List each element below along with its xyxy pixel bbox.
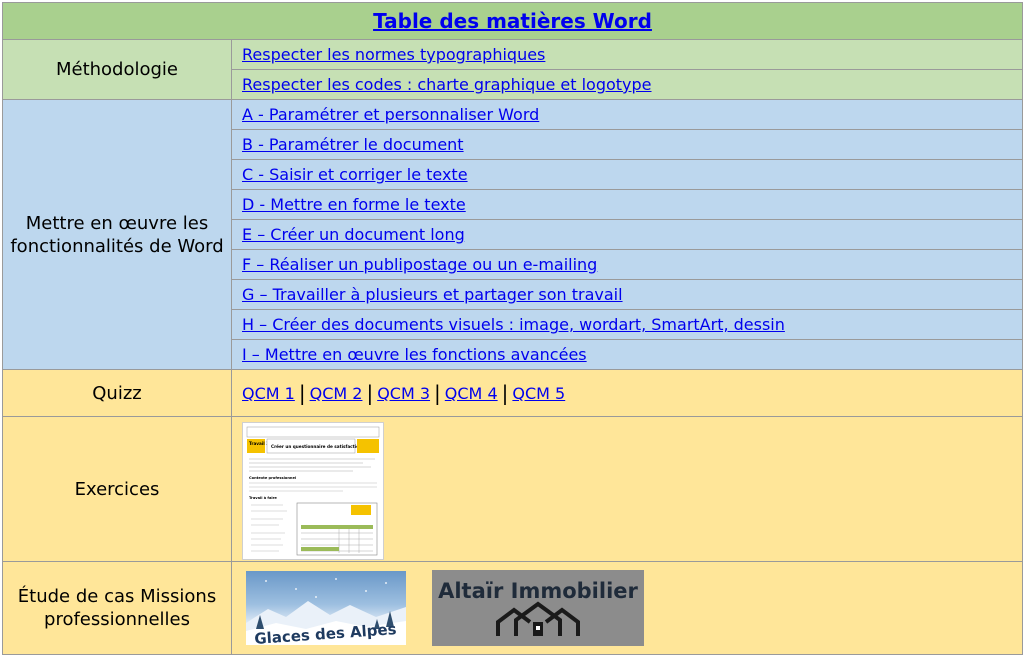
- link-e-document-long[interactable]: E – Créer un document long: [242, 225, 465, 244]
- separator: |: [434, 381, 441, 405]
- link-d-mettre-en-forme[interactable]: D - Mettre en forme le texte: [242, 195, 466, 214]
- glaces-des-alpes-logo[interactable]: Glaces des Alpes: [246, 571, 406, 645]
- link-qcm-2[interactable]: QCM 2: [310, 384, 363, 403]
- section-label-quizz: Quizz: [2, 369, 232, 417]
- link-c-saisir-texte[interactable]: C - Saisir et corriger le texte: [242, 165, 468, 184]
- link-cell: B - Paramétrer le document: [230, 129, 1024, 160]
- thumbnail-title: Créer un questionnaire de satisfaction: [271, 444, 362, 449]
- link-charte-graphique[interactable]: Respecter les codes : charte graphique e…: [242, 75, 652, 94]
- section-label-methodologie: Méthodologie: [2, 39, 232, 100]
- link-f-publipostage[interactable]: F – Réaliser un publipostage ou un e-mai…: [242, 255, 597, 274]
- link-cell: I – Mettre en œuvre les fonctions avancé…: [230, 339, 1024, 370]
- link-h-documents-visuels[interactable]: H – Créer des documents visuels : image,…: [242, 315, 785, 334]
- case-study-logos: Glaces des Alpes Altaïr Immobilier: [242, 570, 1022, 646]
- table-of-contents: Table des matières Word Méthodologie Res…: [1, 2, 1024, 655]
- link-cell: Respecter les normes typographiques: [230, 39, 1024, 70]
- altair-logo-text: Altaïr Immobilier: [438, 579, 638, 603]
- link-cell: E – Créer un document long: [230, 219, 1024, 250]
- link-cell: H – Créer des documents visuels : image,…: [230, 309, 1024, 340]
- thumbnail-section: Contexte professionnel: [249, 476, 296, 480]
- separator: |: [501, 381, 509, 405]
- etude-cell: Glaces des Alpes Altaïr Immobilier: [230, 561, 1024, 655]
- section-label-fonctionnalites: Mettre en œuvre les fonctionnalités de W…: [2, 99, 232, 370]
- title-cell: Table des matières Word: [1, 2, 1024, 40]
- link-qcm-5[interactable]: QCM 5: [512, 384, 565, 403]
- section-label-etude-de-cas: Étude de cas Missions professionnelles: [2, 561, 232, 655]
- exercices-cell: Travail 3.2 Créer un questionnaire de sa…: [230, 416, 1024, 562]
- link-cell: C - Saisir et corriger le texte: [230, 159, 1024, 190]
- separator: |: [366, 381, 374, 405]
- exercise-document-image: Travail 3.2 Créer un questionnaire de sa…: [246, 426, 380, 556]
- exercise-thumbnail[interactable]: Travail 3.2 Créer un questionnaire de sa…: [242, 422, 384, 560]
- link-cell: F – Réaliser un publipostage ou un e-mai…: [230, 249, 1024, 280]
- separator: |: [298, 381, 306, 405]
- link-qcm-1[interactable]: QCM 1: [242, 384, 295, 403]
- link-i-fonctions-avancees[interactable]: I – Mettre en œuvre les fonctions avancé…: [242, 345, 587, 364]
- link-cell: Respecter les codes : charte graphique e…: [230, 69, 1024, 100]
- link-g-travailler-plusieurs[interactable]: G – Travailler à plusieurs et partager s…: [242, 285, 623, 304]
- link-qcm-4[interactable]: QCM 4: [445, 384, 498, 403]
- link-cell: D - Mettre en forme le texte: [230, 189, 1024, 220]
- link-b-parametrer-document[interactable]: B - Paramétrer le document: [242, 135, 464, 154]
- title-link[interactable]: Table des matières Word: [373, 9, 652, 33]
- altair-logo-image: Altaïr Immobilier: [438, 579, 639, 636]
- mountain-landscape-image: Glaces des Alpes: [246, 578, 406, 645]
- link-a-parametrer-word[interactable]: A - Paramétrer et personnaliser Word: [242, 105, 539, 124]
- link-normes-typographiques[interactable]: Respecter les normes typographiques: [242, 45, 545, 64]
- section-label-exercices: Exercices: [2, 416, 232, 562]
- link-cell: G – Travailler à plusieurs et partager s…: [230, 279, 1024, 310]
- link-qcm-3[interactable]: QCM 3: [377, 384, 430, 403]
- quizz-links-cell: QCM 1 | QCM 2 | QCM 3 | QCM 4 | QCM 5: [230, 369, 1024, 417]
- altair-immobilier-logo[interactable]: Altaïr Immobilier: [432, 570, 644, 646]
- link-cell: A - Paramétrer et personnaliser Word: [230, 99, 1024, 130]
- thumbnail-list-title: Travail à faire: [249, 496, 277, 500]
